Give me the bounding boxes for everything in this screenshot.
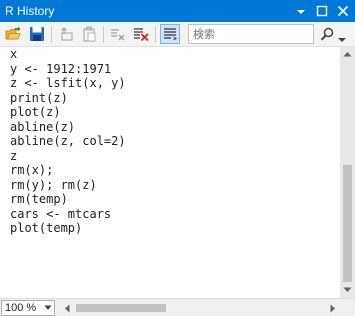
history-entry[interactable]: rm(y); rm(z)	[10, 178, 126, 193]
maximize-icon	[316, 5, 328, 17]
scrollbar-corner	[340, 299, 355, 316]
delete-entry-button[interactable]	[108, 24, 128, 44]
window-title: R History	[5, 4, 55, 18]
history-entry[interactable]: z <- lsfit(x, y)	[10, 76, 126, 91]
status-bar: 100 %	[0, 298, 355, 316]
open-button[interactable]	[3, 24, 23, 44]
close-button[interactable]	[333, 0, 353, 22]
title-bar: R History	[0, 0, 355, 22]
scroll-left-icon[interactable]	[64, 304, 70, 313]
scroll-right-icon[interactable]	[330, 304, 336, 313]
toolbar-separator	[155, 26, 156, 43]
copy-to-console-icon	[61, 27, 73, 41]
vertical-scroll-thumb[interactable]	[343, 165, 352, 282]
horizontal-scroll-thumb[interactable]	[76, 304, 166, 312]
word-wrap-icon	[164, 28, 177, 41]
zoom-value: 100 %	[5, 302, 37, 314]
toolbar	[0, 22, 355, 47]
history-entry[interactable]: cars <- mtcars	[10, 207, 126, 222]
history-panel[interactable]: xy <- 1912:1971 z <- lsfit(x, y) print(z) p…	[0, 47, 340, 298]
clear-all-button[interactable]	[131, 24, 151, 44]
zoom-select[interactable]: 100 %	[1, 300, 55, 316]
search-options-button[interactable]	[337, 32, 347, 42]
search-icon	[320, 27, 334, 41]
history-entry[interactable]: x	[10, 47, 126, 62]
send-to-console-button[interactable]	[56, 24, 76, 44]
scroll-down-icon[interactable]	[343, 287, 352, 293]
search-field[interactable]	[188, 24, 314, 44]
history-entry[interactable]: plot(z)	[10, 105, 126, 120]
search-button[interactable]	[319, 26, 335, 43]
history-entry[interactable]: rm(temp)	[10, 192, 126, 207]
scroll-up-icon[interactable]	[343, 51, 352, 57]
history-entry[interactable]: print(z)	[10, 91, 126, 106]
delete-entry-icon	[111, 29, 125, 41]
maximize-button[interactable]	[312, 0, 332, 22]
history-entry[interactable]: z	[10, 149, 126, 164]
toolbar-separator	[51, 26, 52, 43]
save-icon	[30, 27, 44, 41]
paste-button[interactable]	[79, 24, 99, 44]
history-entry[interactable]: plot(temp)	[10, 221, 126, 236]
toolbar-separator	[103, 26, 104, 43]
paste-icon	[83, 26, 96, 42]
clear-all-icon	[134, 28, 149, 42]
vertical-scrollbar[interactable]	[340, 47, 355, 298]
search-input[interactable]	[191, 26, 311, 42]
history-list: xy <- 1912:1971 z <- lsfit(x, y) print(z) p…	[10, 47, 126, 236]
open-folder-icon	[5, 26, 21, 40]
word-wrap-toggle[interactable]	[160, 24, 180, 44]
chevron-down-icon	[44, 305, 52, 310]
dropdown-icon	[297, 10, 305, 14]
close-icon	[337, 5, 349, 17]
history-entry[interactable]: rm(x);	[10, 163, 126, 178]
window-menu-button[interactable]	[291, 0, 311, 22]
history-entry[interactable]: abline(z, col=2)	[10, 134, 126, 149]
chevron-down-icon	[338, 38, 346, 42]
history-entry[interactable]: y <- 1912:1971	[10, 62, 126, 77]
save-button[interactable]	[27, 24, 47, 44]
history-entry[interactable]: abline(z)	[10, 120, 126, 135]
